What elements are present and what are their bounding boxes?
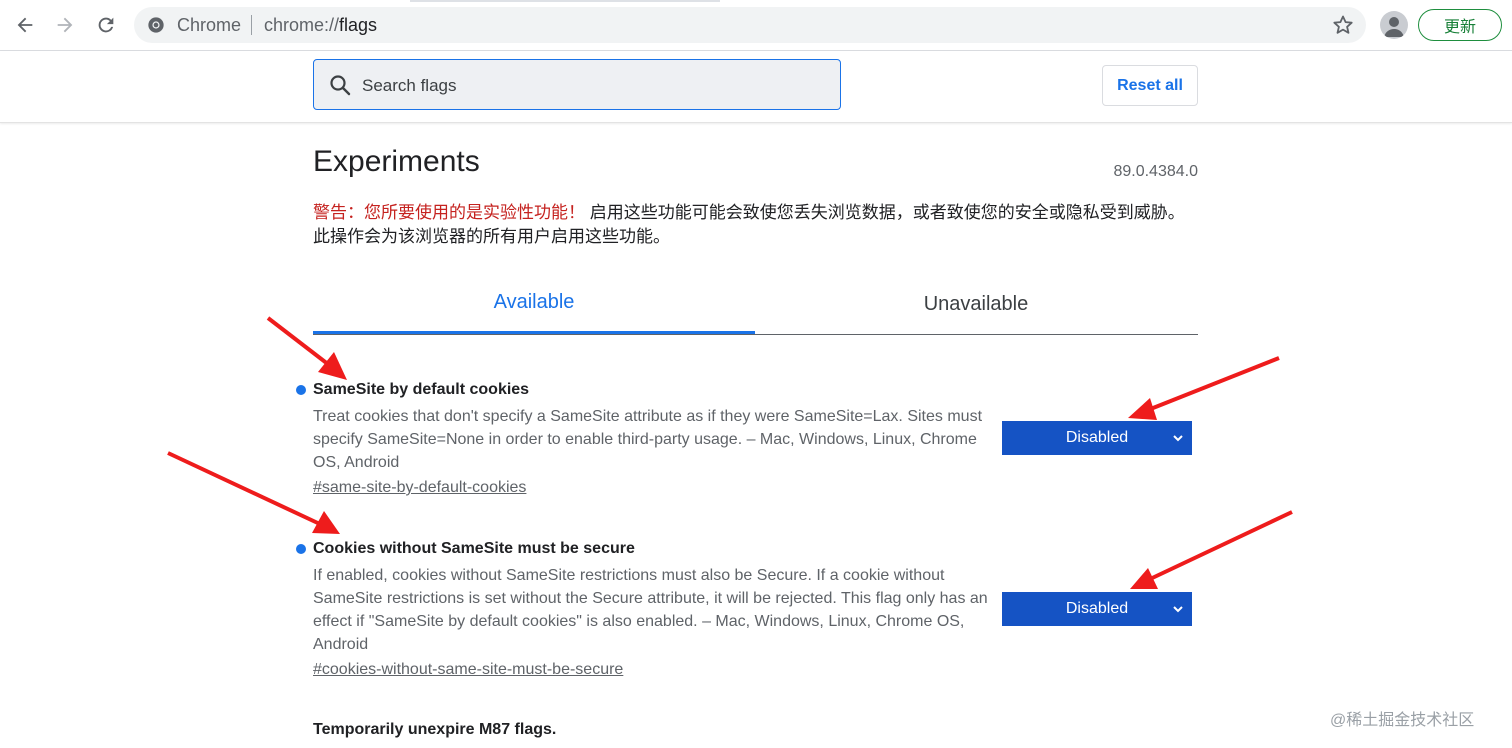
reload-button[interactable] bbox=[90, 9, 122, 41]
tab-available[interactable]: Available bbox=[313, 278, 755, 334]
warning-text: 警告：您所要使用的是实验性功能！ 启用这些功能可能会致使您丢失浏览数据，或者致使… bbox=[313, 201, 1193, 249]
chrome-logo-icon bbox=[148, 17, 164, 33]
bookmark-star-icon[interactable] bbox=[1331, 13, 1355, 37]
forward-button[interactable] bbox=[49, 9, 81, 41]
back-arrow-icon bbox=[17, 17, 33, 33]
flag-state-value: Disabled bbox=[1065, 600, 1129, 617]
search-input[interactable] bbox=[360, 60, 824, 111]
back-button[interactable] bbox=[9, 9, 41, 41]
tab-unavailable[interactable]: Unavailable bbox=[755, 278, 1197, 333]
flag-modified-dot bbox=[296, 544, 306, 554]
flag-entry: SameSite by default cookies Treat cookie… bbox=[296, 379, 1198, 499]
browser-toolbar: Chrome chrome://flags 更新 bbox=[0, 0, 1512, 51]
flag-name: Cookies without SameSite must be secure bbox=[313, 540, 635, 557]
page-title: Experiments bbox=[313, 145, 480, 178]
chevron-down-icon bbox=[1173, 606, 1183, 613]
flag-permalink[interactable]: #same-site-by-default-cookies bbox=[313, 476, 1198, 499]
flag-entry: Cookies without SameSite must be secure … bbox=[296, 538, 1198, 681]
flag-state-select[interactable]: Disabled bbox=[1002, 592, 1192, 626]
watermark: @稀土掘金技术社区 bbox=[1330, 712, 1475, 729]
search-box[interactable] bbox=[313, 59, 841, 111]
flag-permalink[interactable]: #cookies-without-same-site-must-be-secur… bbox=[313, 658, 1198, 681]
flag-state-value: Disabled bbox=[1065, 429, 1129, 446]
forward-arrow-icon bbox=[57, 17, 73, 33]
profile-avatar[interactable] bbox=[1380, 11, 1408, 39]
person-icon bbox=[1384, 17, 1404, 37]
flags-header: Reset all bbox=[0, 51, 1512, 123]
url-path: flags bbox=[339, 15, 378, 35]
flag-description: Treat cookies that don't specify a SameS… bbox=[313, 408, 983, 471]
flags-tabs: Available Unavailable bbox=[313, 278, 1198, 335]
reload-icon bbox=[98, 17, 114, 33]
flag-description: If enabled, cookies without SameSite res… bbox=[313, 567, 988, 653]
address-bar[interactable]: Chrome chrome://flags bbox=[134, 7, 1366, 43]
tab-strip-edge bbox=[410, 0, 720, 2]
site-label: Chrome bbox=[177, 15, 242, 35]
flag-name: Temporarily unexpire M87 flags. bbox=[313, 721, 557, 738]
version-label: 89.0.4384.0 bbox=[1113, 163, 1198, 180]
flag-state-select[interactable]: Disabled bbox=[1002, 421, 1192, 455]
warning-label: 警告：您所要使用的是实验性功能！ bbox=[313, 203, 585, 222]
search-icon bbox=[330, 75, 351, 96]
reset-all-button[interactable]: Reset all bbox=[1102, 65, 1198, 106]
flag-modified-dot bbox=[296, 385, 306, 395]
flag-name: SameSite by default cookies bbox=[313, 381, 530, 398]
omnibox-separator bbox=[251, 15, 252, 35]
chevron-down-icon bbox=[1173, 435, 1183, 442]
update-button[interactable]: 更新 bbox=[1418, 9, 1502, 41]
url-text[interactable]: chrome://flags bbox=[264, 15, 377, 36]
url-scheme: chrome:// bbox=[264, 15, 340, 35]
